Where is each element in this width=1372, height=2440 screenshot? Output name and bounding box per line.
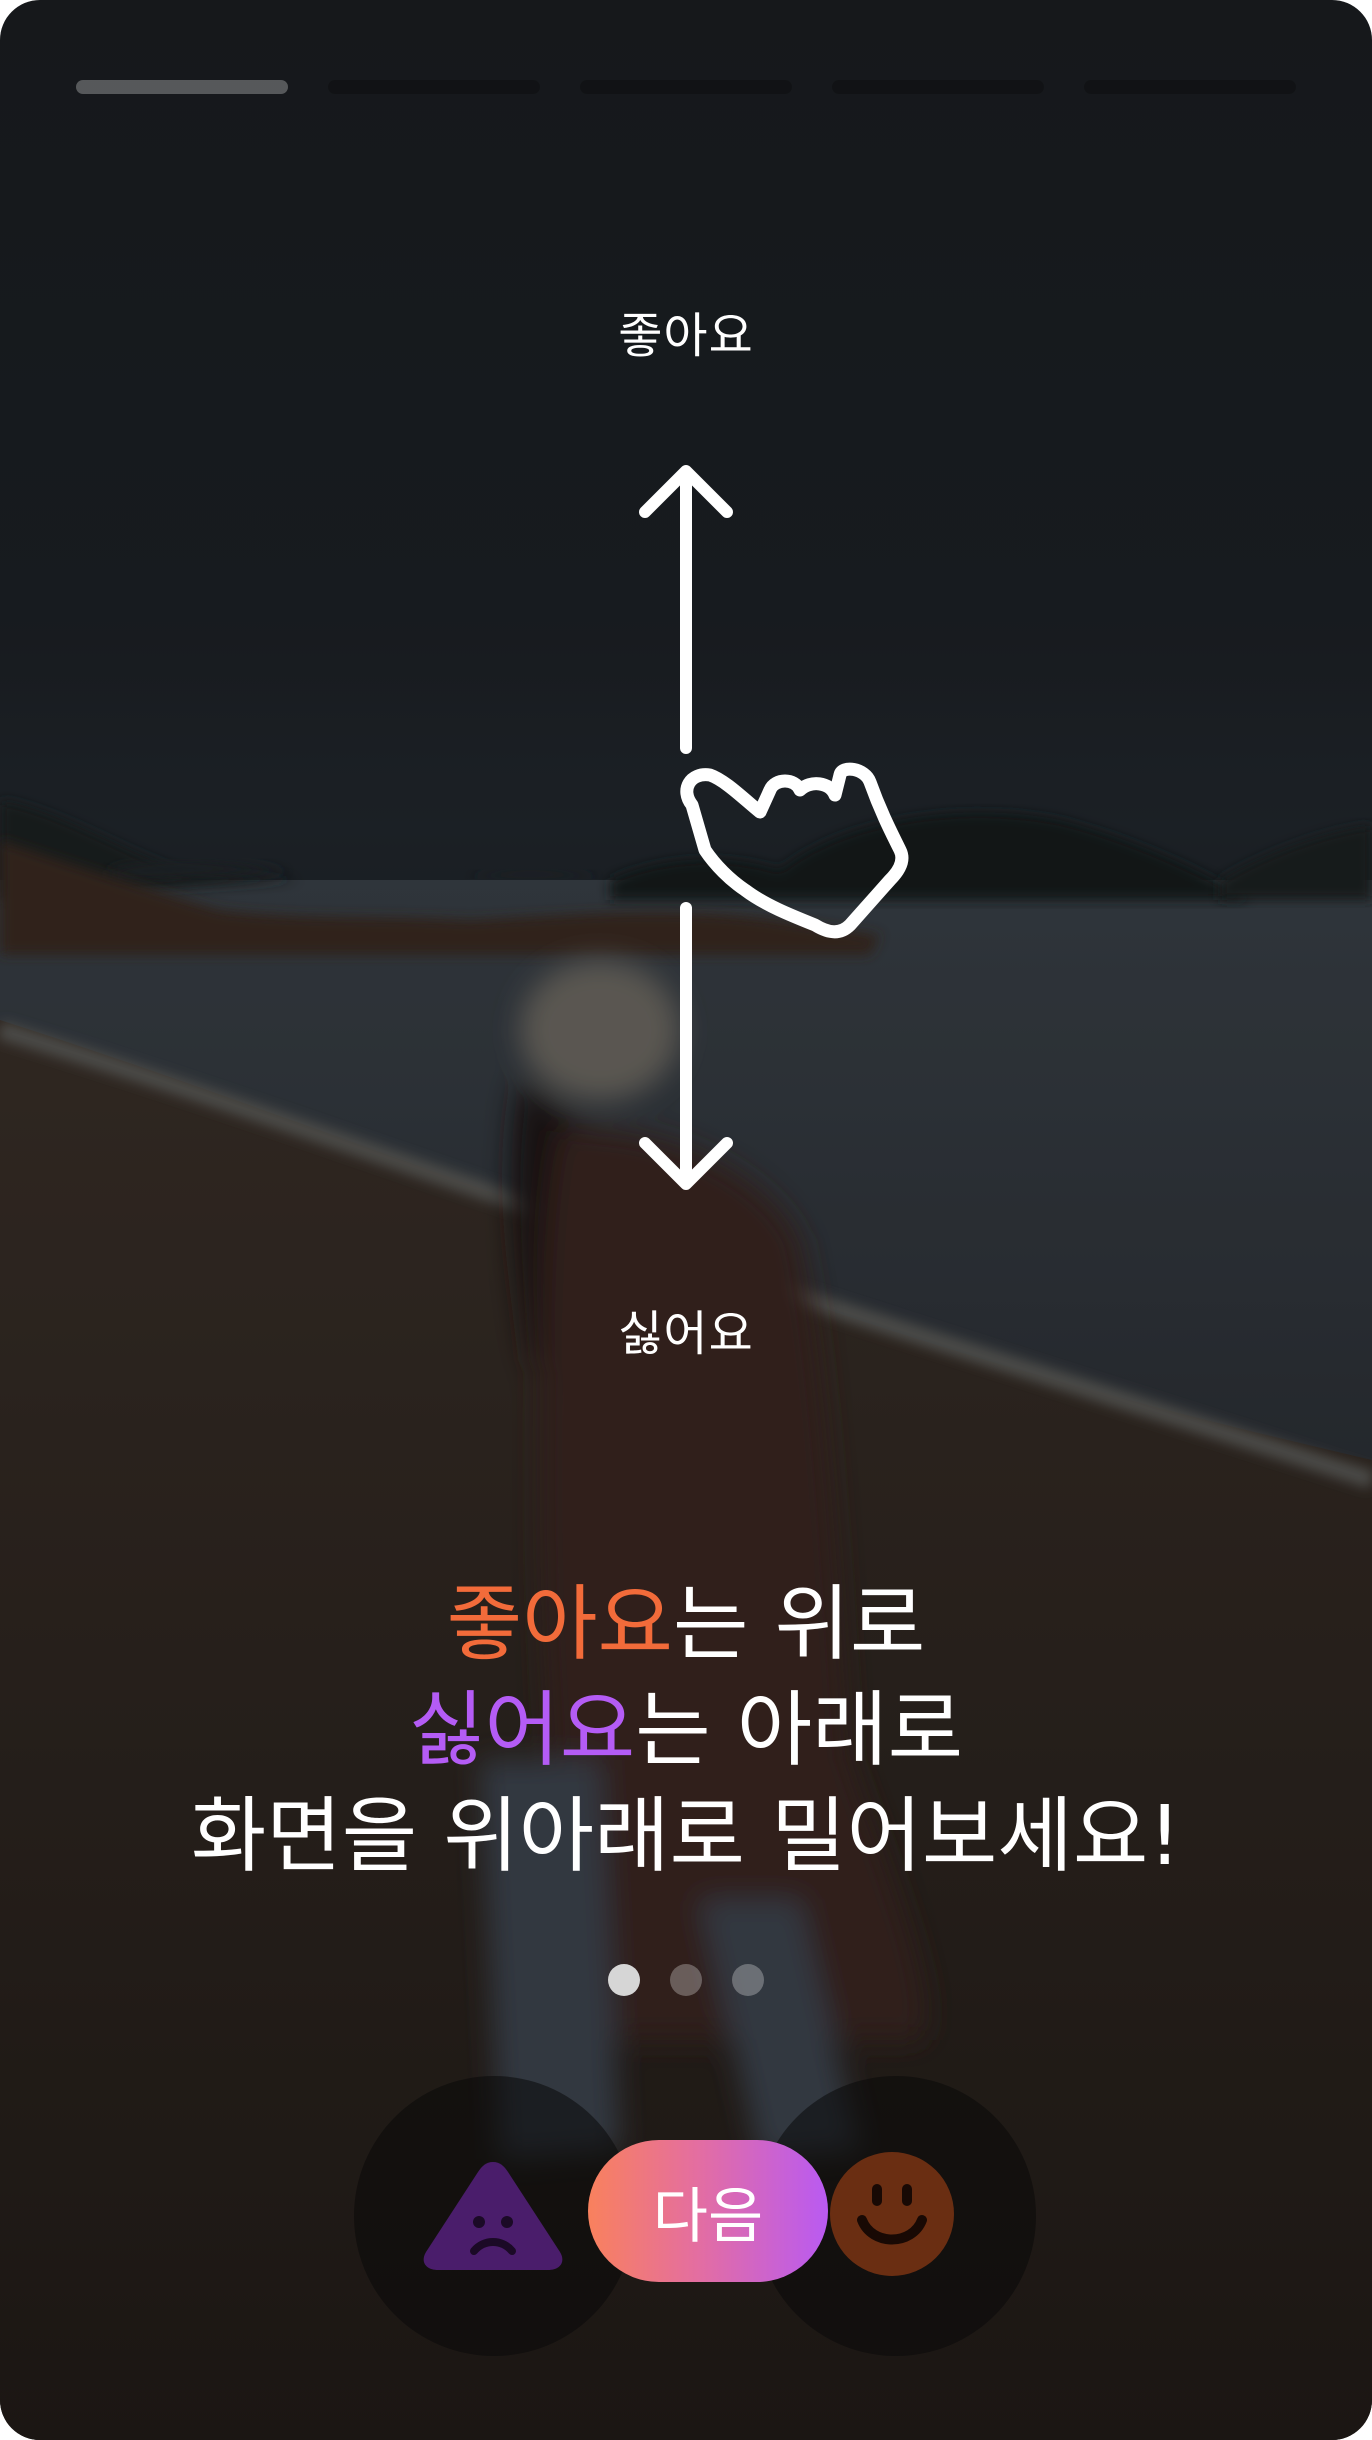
story-progress xyxy=(76,80,1296,94)
swipe-gesture-illustration xyxy=(639,465,909,1190)
onboarding-screen: 좋아요 싫어요 좋아요는 위로 싫어요는 아래로 화면을 위아래로 밀어보세요! xyxy=(0,0,1372,2440)
pager-dots xyxy=(0,1964,1372,1996)
progress-segment xyxy=(832,80,1044,94)
progress-segment xyxy=(1084,80,1296,94)
dislike-word: 싫어요 xyxy=(408,1683,636,1778)
like-word: 좋아요 xyxy=(446,1577,673,1672)
progress-segment xyxy=(580,80,792,94)
headline-line-2: 싫어요는 아래로 xyxy=(0,1678,1372,1784)
swipe-down-label: 싫어요 xyxy=(618,1306,754,1362)
instruction-headline: 좋아요는 위로 싫어요는 아래로 화면을 위아래로 밀어보세요! xyxy=(0,1572,1372,1890)
frown-triangle-icon xyxy=(423,2162,563,2270)
progress-segment-active xyxy=(76,80,288,94)
headline-line-1-rest: 는 위로 xyxy=(672,1577,926,1672)
smile-circle-icon xyxy=(830,2152,954,2276)
arrow-up-icon xyxy=(639,465,733,754)
headline-line-1: 좋아요는 위로 xyxy=(0,1572,1372,1678)
progress-segment xyxy=(328,80,540,94)
headline-line-2-rest: 는 아래로 xyxy=(635,1683,964,1778)
pager-dot[interactable] xyxy=(670,1964,702,1996)
arrow-down-icon xyxy=(639,902,733,1190)
pointing-hand-icon xyxy=(680,762,909,939)
headline-line-3: 화면을 위아래로 밀어보세요! xyxy=(190,1789,1182,1884)
next-button[interactable]: 다음 xyxy=(588,2140,828,2282)
overlay-dim xyxy=(0,0,1372,2440)
pager-dot[interactable] xyxy=(732,1964,764,1996)
swipe-up-label: 좋아요 xyxy=(618,308,754,364)
pager-dot-active[interactable] xyxy=(608,1964,640,1996)
